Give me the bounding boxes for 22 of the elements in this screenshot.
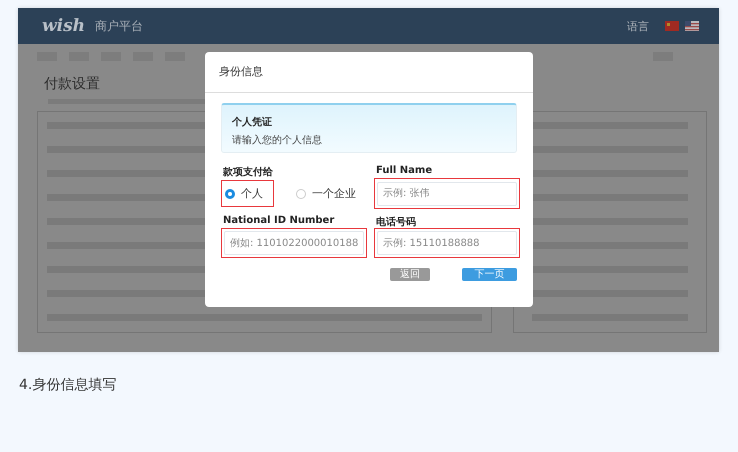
platform-title: 商户平台 [95,18,144,34]
field-label: 款项支付给 [223,166,274,178]
flag-icon[interactable] [685,21,699,31]
field-label: National ID Number [223,214,336,228]
radio-option[interactable]: 一个企业 [295,183,364,204]
notice-heading: 个人凭证 [232,116,272,129]
radio-option[interactable]: 个人 [224,183,271,204]
field-label: Full Name [376,165,434,178]
input-field[interactable]: 示例: 15110188888 [377,231,517,255]
language-link[interactable]: 语言 [627,18,649,34]
flag-icon[interactable] [665,21,679,31]
caption: 4.身份信息填写 [19,376,118,394]
page-title: 付款设置 [44,75,101,93]
next-button[interactable]: 下一页 [462,268,517,281]
logo[interactable]: wish [42,16,86,36]
notice-text: 请输入您的个人信息 [232,134,322,147]
input-field[interactable]: 示例: 张伟 [377,182,517,206]
dialog-title: 身份信息 [205,52,533,93]
field-label: 电话号码 [376,216,417,228]
radio-button[interactable] [225,188,235,198]
radio-button[interactable] [296,188,306,198]
input-field[interactable]: 例如: 1101022000010188 [224,231,364,255]
